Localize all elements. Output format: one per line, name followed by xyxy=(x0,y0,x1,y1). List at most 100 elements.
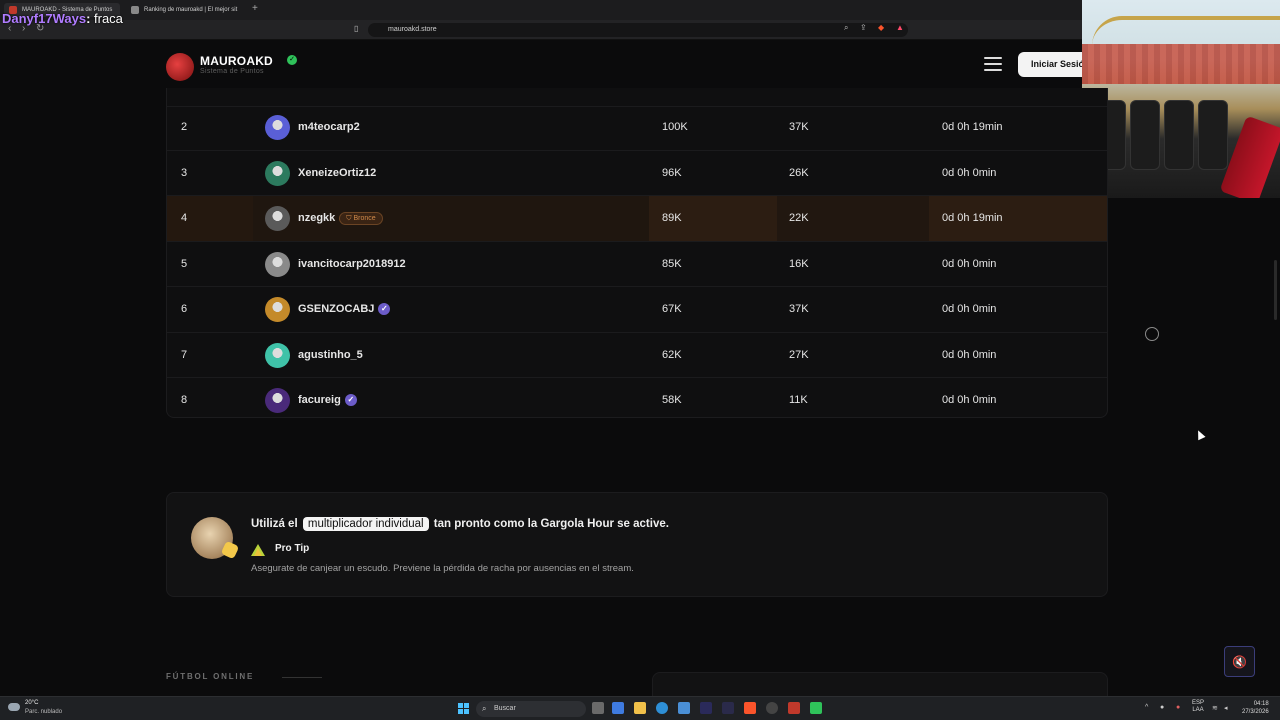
app-icon[interactable] xyxy=(788,702,800,714)
lang-line-1: ESP xyxy=(1192,700,1205,706)
chevron-up-icon[interactable]: ^ xyxy=(1145,704,1148,711)
table-row[interactable]: 3 XeneizeOrtiz12 96K 26K 0d 0h 0min xyxy=(167,151,1107,196)
weather-temperature[interactable]: 20°C xyxy=(25,700,38,706)
points-cell: 58K xyxy=(662,394,682,406)
rank-cell: 3 xyxy=(181,166,188,179)
table-row[interactable]: 4 nzegkk ⛉ Bronce 89K 22K 0d 0h 19min xyxy=(167,196,1107,242)
points-cell: 89K xyxy=(662,212,682,224)
mascot-avatar xyxy=(191,517,240,560)
app-icon[interactable] xyxy=(722,702,734,714)
app-icon[interactable] xyxy=(700,702,712,714)
avatar[interactable] xyxy=(265,388,290,413)
username-cell: ivancitocarp2018912 xyxy=(298,242,406,287)
clock[interactable]: 04:18 27/3/2026 xyxy=(1242,700,1269,716)
share-icon[interactable]: ⇪ xyxy=(860,23,867,32)
app-icon[interactable] xyxy=(612,702,624,714)
avatar[interactable] xyxy=(265,206,290,231)
rank-cell: 5 xyxy=(181,257,188,270)
username[interactable]: nzegkk xyxy=(298,212,335,224)
url-field[interactable]: mauroakd.store xyxy=(368,23,908,37)
bookmark-icon[interactable]: ▯ xyxy=(354,24,358,33)
tray-icon[interactable]: ● xyxy=(1160,704,1164,711)
username-cell: m4teocarp2 xyxy=(298,105,360,150)
volume-icon[interactable]: ◂ xyxy=(1224,704,1228,712)
lang-line-2: LAA xyxy=(1192,707,1204,713)
windows-icon[interactable] xyxy=(458,703,469,714)
secondary-cell: 11K xyxy=(789,394,808,406)
webcam-dugout-roof xyxy=(1092,16,1280,46)
verified-icon: ✓ xyxy=(378,303,391,316)
keyboard-language[interactable]: ESP LAA xyxy=(1192,700,1204,714)
verified-icon: ✓ xyxy=(287,55,297,65)
avatar[interactable] xyxy=(265,115,290,140)
clock-time: 04:18 xyxy=(1253,701,1269,707)
brand-name[interactable]: MAUROAKD xyxy=(200,54,273,68)
webcam-seat xyxy=(1130,100,1160,170)
app-icon[interactable] xyxy=(678,702,690,714)
edge-icon[interactable] xyxy=(656,702,668,714)
secondary-cell: 26K xyxy=(789,166,809,179)
tab-favicon xyxy=(131,6,139,14)
task-view-icon[interactable] xyxy=(592,702,604,714)
search-icon: ⌕ xyxy=(482,704,487,713)
microphone-icon[interactable]: ● xyxy=(1176,704,1180,711)
loading-spinner xyxy=(1145,327,1159,341)
leaderboard-table: 2 m4teocarp2 100K 37K 0d 0h 19min 3 XeneizeOrt… xyxy=(166,88,1108,418)
username[interactable]: m4teocarp2 xyxy=(298,121,360,133)
brave-shield-icon[interactable]: ◆ xyxy=(878,23,884,32)
webcam-overlay xyxy=(1082,0,1280,198)
avatar[interactable] xyxy=(265,297,290,322)
webcam-microphone xyxy=(1219,115,1280,198)
wifi-icon[interactable]: ≋ xyxy=(1212,704,1218,712)
rank-cell: 7 xyxy=(181,348,188,361)
table-row[interactable]: 8 facureig ✓ 58K 11K 0d 0h 0min xyxy=(167,378,1107,417)
section-card xyxy=(652,672,1108,698)
points-cell: 85K xyxy=(662,257,682,270)
search-placeholder: Buscar xyxy=(494,705,516,712)
table-row[interactable]: 5 ivancitocarp2018912 85K 16K 0d 0h 0min xyxy=(167,242,1107,287)
file-explorer-icon[interactable] xyxy=(634,702,646,714)
browser-tab[interactable]: Ranking de mauroakd | El mejor sit xyxy=(126,3,248,17)
chat-username: Danyf17Ways xyxy=(2,11,87,26)
watchtime-cell: 0d 0h 19min xyxy=(942,212,1003,224)
secondary-cell: 22K xyxy=(789,212,809,224)
avatar[interactable] xyxy=(265,160,290,186)
watchtime-cell: 0d 0h 0min xyxy=(942,303,997,315)
table-row[interactable]: 7 agustinho_5 62K 27K 0d 0h 0min xyxy=(167,333,1107,378)
username[interactable]: agustinho_5 xyxy=(298,349,363,361)
sound-icon[interactable]: 🔇 xyxy=(1224,646,1255,677)
username[interactable]: GSENZOCABJ xyxy=(298,303,374,315)
brave-icon[interactable] xyxy=(744,702,756,714)
app-icon[interactable] xyxy=(766,702,778,714)
tip-suffix: tan pronto como la Gargola Hour se activ… xyxy=(433,518,669,530)
weather-icon[interactable] xyxy=(8,703,20,711)
taskbar-search[interactable]: ⌕ Buscar xyxy=(476,701,586,717)
verified-icon: ✓ xyxy=(344,394,357,407)
points-cell: 100K xyxy=(662,121,688,133)
table-row[interactable]: 6 GSENZOCABJ ✓ 67K 37K 0d 0h 0min xyxy=(167,287,1107,333)
scrollbar-thumb[interactable] xyxy=(1274,260,1277,320)
brave-rewards-icon[interactable]: ▲ xyxy=(896,23,904,32)
new-tab-button[interactable]: + xyxy=(252,3,258,14)
table-row[interactable]: 2 m4teocarp2 100K 37K 0d 0h 19min xyxy=(167,105,1107,151)
tier-badge: ⛉ Bronce xyxy=(339,211,383,225)
brand-subtitle: Sistema de Puntos xyxy=(200,68,264,75)
username[interactable]: ivancitocarp2018912 xyxy=(298,258,406,270)
brand-logo[interactable] xyxy=(166,53,194,81)
avatar[interactable] xyxy=(265,342,290,368)
login-button[interactable]: Iniciar Sesión xyxy=(1018,52,1090,77)
avatar[interactable] xyxy=(265,251,290,277)
username[interactable]: XeneizeOrtiz12 xyxy=(298,167,376,179)
clock-date: 27/3/2026 xyxy=(1242,709,1269,715)
watchtime-cell: 0d 0h 19min xyxy=(942,121,1003,133)
menu-icon[interactable] xyxy=(984,57,1002,71)
app-icon[interactable] xyxy=(810,702,822,714)
zoom-icon[interactable]: ⌕ xyxy=(844,23,848,33)
rank-cell: 4 xyxy=(181,212,188,224)
secondary-cell: 16K xyxy=(789,257,809,270)
watchtime-cell: 0d 0h 0min xyxy=(942,257,997,270)
weather-description[interactable]: Parc. nublado xyxy=(25,709,62,715)
pro-tip-label: Pro Tip xyxy=(275,543,310,554)
username[interactable]: facureig xyxy=(298,394,341,406)
watchtime-cell: 0d 0h 0min xyxy=(942,166,997,179)
